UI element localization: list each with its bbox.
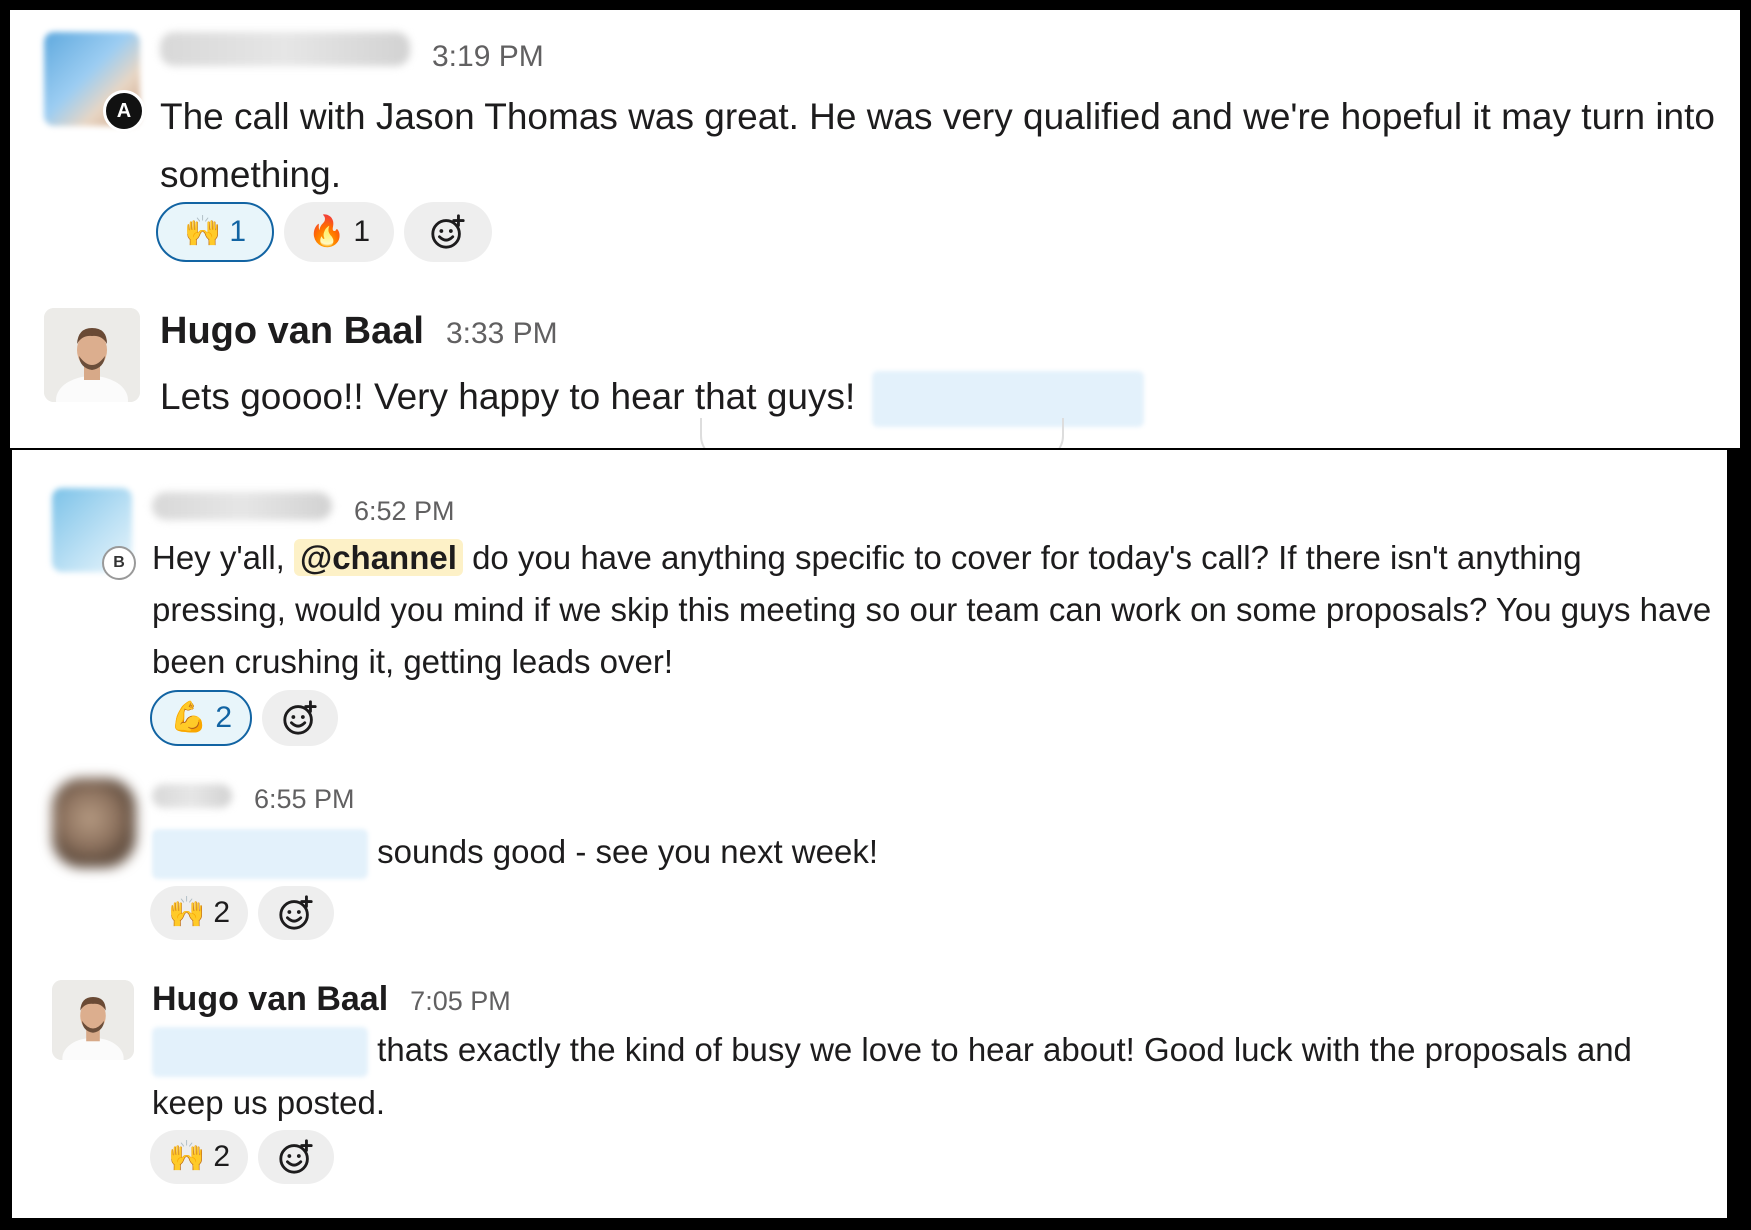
timestamp[interactable]: 6:52 PM [354, 496, 455, 527]
user-mention-redacted[interactable] [152, 1027, 368, 1078]
avatar[interactable] [52, 778, 136, 868]
user-mention-redacted[interactable] [152, 829, 368, 880]
reaction-flexed-biceps[interactable]: 💪 2 [150, 690, 252, 746]
reaction-raised-hands[interactable]: 🙌 2 [150, 886, 248, 940]
reaction-count: 2 [213, 896, 231, 929]
reaction-count: 1 [353, 215, 371, 248]
message-text-line: sounds good - see you next week! [152, 826, 1712, 880]
reaction-count: 2 [213, 1140, 231, 1173]
workspace-badge: A [103, 90, 145, 132]
add-reaction-button[interactable] [258, 886, 334, 940]
new-messages-pill[interactable] [700, 418, 1064, 448]
reaction-raised-hands[interactable]: 🙌 2 [150, 1130, 248, 1184]
timestamp[interactable]: 7:05 PM [410, 986, 511, 1017]
avatar[interactable] [52, 980, 134, 1060]
add-reaction-icon [279, 1139, 313, 1174]
message-text: The call with Jason Thomas was great. He… [160, 96, 1715, 195]
raised-hands-icon: 🙌 [167, 1140, 206, 1173]
add-reaction-button[interactable] [258, 1130, 334, 1184]
message-text: thats exactly the kind of busy we love t… [152, 1031, 1632, 1122]
raised-hands-icon: 🙌 [167, 896, 206, 929]
flexed-biceps-icon: 💪 [169, 701, 208, 734]
add-reaction-button[interactable] [262, 690, 338, 746]
add-reaction-icon [431, 214, 465, 249]
author-name[interactable]: Hugo van Baal [152, 980, 388, 1019]
message-panel-bottom: B 6:52 PM Hey y'all, @channel do you hav… [12, 450, 1727, 1218]
channel-mention[interactable]: @channel [294, 539, 463, 576]
workspace-badge: B [102, 546, 136, 580]
avatar[interactable] [44, 308, 140, 402]
message-panel-top: A 3:19 PM The call with Jason Thomas was… [10, 10, 1740, 448]
timestamp[interactable]: 6:55 PM [254, 784, 355, 815]
add-reaction-icon [279, 895, 313, 930]
message-text-line: thats exactly the kind of busy we love t… [152, 1024, 1712, 1129]
author-name-redacted[interactable] [160, 32, 410, 66]
message-text: sounds good - see you next week! [377, 833, 878, 870]
fire-icon: 🔥 [307, 215, 346, 248]
reaction-count: 1 [229, 215, 247, 248]
reaction-raised-hands[interactable]: 🙌 1 [156, 202, 274, 262]
author-name-redacted[interactable] [152, 784, 232, 808]
add-reaction-icon [283, 700, 317, 735]
author-name[interactable]: Hugo van Baal [160, 310, 424, 353]
author-name-redacted[interactable] [152, 492, 332, 520]
message-text: Hey y'all, @channel do you have anything… [152, 539, 1712, 680]
reaction-fire[interactable]: 🔥 1 [284, 202, 394, 262]
message-text: Lets goooo!! Very happy to hear that guy… [160, 376, 856, 417]
reaction-count: 2 [215, 701, 233, 734]
timestamp[interactable]: 3:19 PM [432, 40, 544, 74]
timestamp[interactable]: 3:33 PM [446, 317, 558, 351]
add-reaction-button[interactable] [404, 202, 492, 262]
raised-hands-icon: 🙌 [183, 215, 222, 248]
